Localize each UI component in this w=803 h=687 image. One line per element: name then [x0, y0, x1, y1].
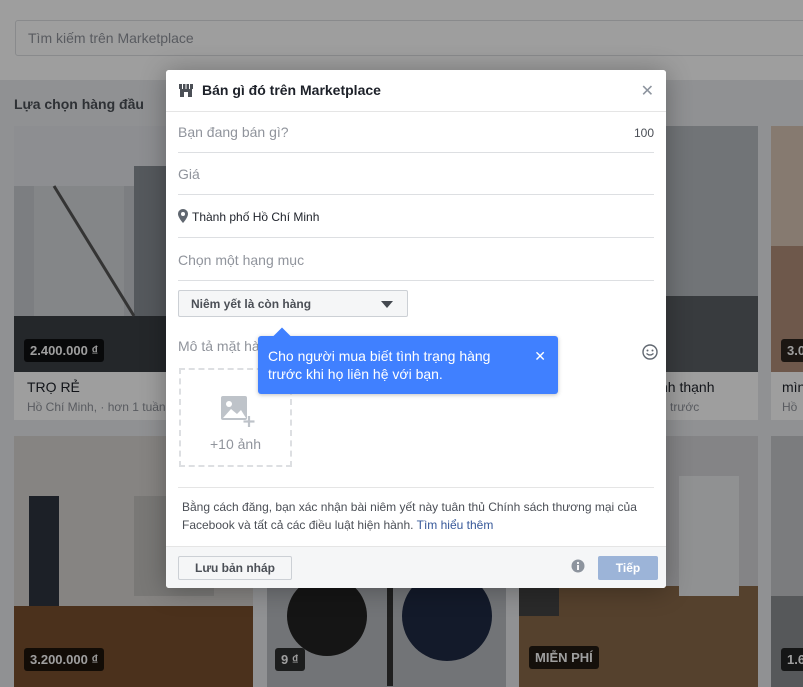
availability-label: Niêm yết là còn hàng — [191, 297, 312, 311]
emoji-icon[interactable] — [642, 344, 658, 360]
tooltip-text: Cho người mua biết tình trạng hàng trước… — [268, 348, 491, 382]
char-counter: 100 — [633, 126, 654, 140]
caret-down-icon — [381, 301, 393, 308]
location-field[interactable]: Thành phố Hồ Chí Minh — [178, 195, 654, 238]
category-placeholder: Chọn một hạng mục — [178, 252, 305, 268]
marketplace-shop-icon — [179, 84, 193, 97]
what-selling-placeholder: Bạn đang bán gì? — [178, 124, 289, 140]
divider — [178, 487, 654, 488]
close-icon[interactable]: ✕ — [641, 81, 654, 101]
availability-dropdown[interactable]: Niêm yết là còn hàng — [178, 290, 408, 317]
what-selling-input[interactable]: Bạn đang bán gì? 100 — [178, 112, 654, 153]
dialog-header: Bán gì đó trên Marketplace ✕ — [166, 70, 666, 112]
learn-more-link[interactable]: Tìm hiểu thêm — [417, 518, 494, 532]
photo-count: +10 ảnh — [210, 436, 261, 452]
price-input[interactable]: Giá — [178, 153, 654, 195]
terms-notice: Bằng cách đăng, bạn xác nhận bài niêm yế… — [182, 498, 652, 534]
dialog-footer: Lưu bản nháp Tiếp — [166, 546, 666, 588]
add-photo-icon — [221, 396, 255, 427]
save-draft-button[interactable]: Lưu bản nháp — [178, 556, 292, 580]
location-value: Thành phố Hồ Chí Minh — [192, 210, 320, 224]
sell-item-dialog: Bán gì đó trên Marketplace ✕ Bạn đang bá… — [166, 70, 666, 588]
close-icon[interactable]: ✕ — [534, 348, 546, 365]
next-button[interactable]: Tiếp — [598, 556, 658, 580]
info-icon[interactable] — [571, 559, 585, 573]
description-input[interactable]: Mô tả mặt hà — [178, 338, 260, 354]
category-select[interactable]: Chọn một hạng mục — [178, 238, 654, 281]
availability-tooltip: Cho người mua biết tình trạng hàng trước… — [258, 327, 558, 394]
dialog-title: Bán gì đó trên Marketplace — [202, 82, 381, 98]
location-pin-icon — [178, 209, 188, 223]
price-placeholder: Giá — [178, 166, 200, 182]
terms-text: Bằng cách đăng, bạn xác nhận bài niêm yế… — [182, 500, 637, 532]
